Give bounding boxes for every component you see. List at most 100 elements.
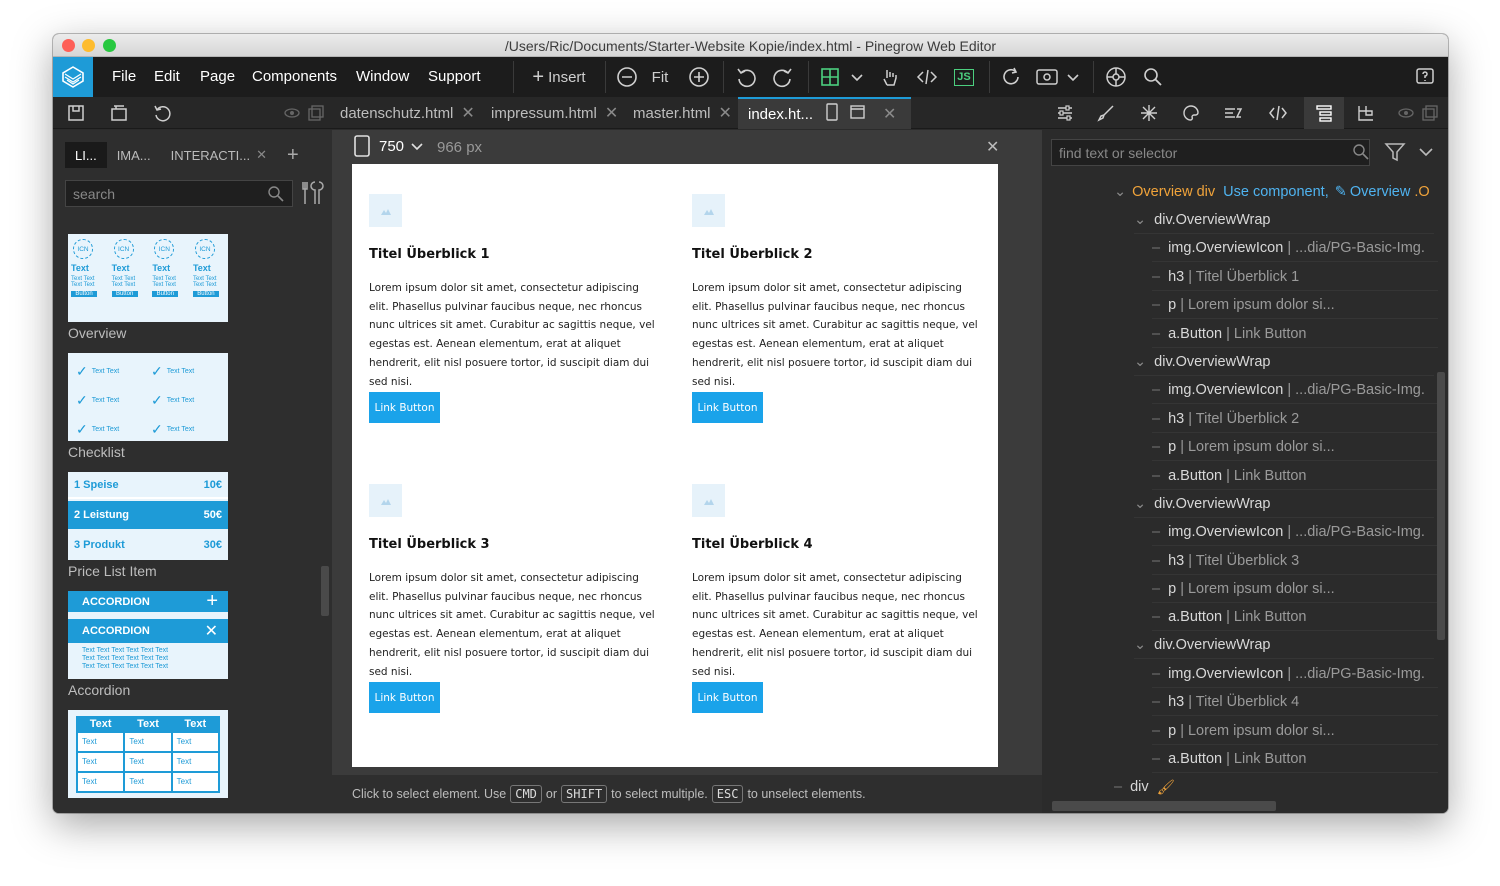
panel-duplicate-icon[interactable] [1419,99,1441,127]
filter-funnel-icon[interactable] [1384,141,1406,168]
reload-page-icon[interactable] [148,99,176,127]
close-tab-icon[interactable]: ✕ [461,103,474,123]
tree-child-node[interactable]: – a.Button | Link Button [1152,462,1438,490]
search-icon[interactable] [267,185,285,208]
style-brush-icon[interactable] [1093,99,1119,127]
search-icon[interactable] [1352,143,1370,166]
menu-components[interactable]: Components [252,68,337,85]
chevron-down-icon[interactable] [1418,145,1434,164]
duplicate-icon[interactable] [305,99,327,127]
close-tab-icon[interactable]: ✕ [256,147,267,163]
add-tab-button[interactable]: + [277,142,309,168]
tree-wrap-node[interactable]: ⌄ div.OverviewWrap [1134,206,1434,234]
tree-child-node[interactable]: – a.Button | Link Button [1152,603,1438,631]
tree-child-node[interactable]: – img.OverviewIcon | ...dia/PG-Basic-Img. [1152,234,1438,262]
tree-child-node[interactable]: – img.OverviewIcon | ...dia/PG-Basic-Img. [1152,376,1438,404]
close-canvas-icon[interactable]: ✕ [986,137,999,157]
tree-view-icon[interactable] [1304,97,1344,129]
chevron-down-icon[interactable] [847,63,867,91]
fit-button[interactable]: Fit [648,63,672,91]
library-scrollbar[interactable] [321,566,329,616]
insert-button[interactable]: + Insert [527,63,591,91]
interactions-hand-icon[interactable] [876,63,904,91]
library-search-input[interactable]: search [65,180,293,207]
close-tab-icon[interactable]: ✕ [883,104,896,124]
tree-wrap-node[interactable]: ⌄ div.OverviewWrap [1134,348,1434,376]
menu-file[interactable]: File [112,68,136,85]
link-button[interactable]: Link Button [369,682,440,713]
js-icon[interactable]: JS [950,63,978,91]
tree-horizontal-scrollbar[interactable] [1052,801,1276,811]
tab-impressum[interactable]: impressum.html ✕ [491,97,618,129]
tree-child-node[interactable]: – h3 | Titel Überblick 1 [1152,263,1438,291]
device-tablet-icon[interactable] [353,135,371,161]
tree-wrap-node[interactable]: ⌄ div.OverviewWrap [1134,631,1434,659]
tree-scrollbar[interactable] [1437,372,1445,640]
code-icon[interactable] [913,63,941,91]
tree-child-node[interactable]: – a.Button | Link Button [1152,745,1438,773]
zoom-in-icon[interactable] [685,63,713,91]
tree-child-node[interactable]: – p | Lorem ipsum dolor si... [1152,291,1438,319]
tab-index[interactable]: index.ht... ✕ [738,97,911,129]
pinegrow-logo-icon[interactable] [53,57,93,97]
tree-child-node[interactable]: – p | Lorem ipsum dolor si... [1152,433,1438,461]
tab-library-images[interactable]: IMA... [107,142,161,168]
help-icon[interactable] [1411,63,1439,91]
accordion-thumbnail[interactable]: ACCORDION + ACCORDION ✕ Text Text Text Tex… [68,590,228,679]
save-all-icon[interactable] [105,99,133,127]
use-component-link[interactable]: Use component, [1223,184,1329,200]
tree-child-node[interactable]: – img.OverviewIcon | ...dia/PG-Basic-Img. [1152,660,1438,688]
preview-chevron-down-icon[interactable] [1063,63,1083,91]
price-list-thumbnail[interactable]: 1 Speise 10€ 2 Leistung 50€ 3 Produkt 30€ [68,472,228,560]
tree-search-input[interactable]: find text or selector [1051,139,1370,166]
link-button[interactable]: Link Button [692,392,763,423]
save-icon[interactable] [62,99,90,127]
open-window-icon[interactable] [849,103,867,125]
tab-master[interactable]: master.html ✕ [633,97,732,129]
properties-sliders-icon[interactable] [1052,99,1078,127]
tree-child-node[interactable]: – h3 | Titel Überblick 2 [1152,405,1438,433]
overview-thumbnail[interactable]: ICN Text Text Text Text Text Button ICN … [68,234,228,322]
undo-icon[interactable] [732,63,760,91]
tree-child-node[interactable]: – h3 | Titel Überblick 4 [1152,688,1438,716]
tree-wrap-node[interactable]: ⌄ div.OverviewWrap [1134,490,1434,518]
plugins-icon[interactable] [1102,63,1130,91]
tree-root-node[interactable]: ⌄ Overview div Use component, ✎ Overview… [1114,178,1448,206]
code-view-icon[interactable] [1265,99,1291,127]
refresh-icon[interactable] [997,63,1025,91]
search-icon[interactable] [1139,63,1167,91]
text-align-icon[interactable] [1220,99,1246,127]
hide-eye-icon[interactable] [281,99,303,127]
redo-icon[interactable] [769,63,797,91]
actions-sparkle-icon[interactable] [1136,99,1162,127]
tree-child-node[interactable]: – h3 | Titel Überblick 3 [1152,547,1438,575]
zoom-out-icon[interactable] [613,63,641,91]
tree-child-node[interactable]: – p | Lorem ipsum dolor si... [1152,575,1438,603]
link-button[interactable]: Link Button [369,392,440,423]
close-tab-icon[interactable]: ✕ [605,103,618,123]
menu-edit[interactable]: Edit [154,68,180,85]
tools-icon[interactable] [300,180,324,211]
tree-div-node[interactable]: – div 🖌 [1114,773,1434,801]
palette-icon[interactable] [1178,99,1204,127]
layout-grid-icon[interactable] [816,63,844,91]
tab-library-interactions[interactable]: INTERACTI... ✕ [161,142,277,168]
tree-child-node[interactable]: – p | Lorem ipsum dolor si... [1152,717,1438,745]
tablet-icon[interactable] [825,103,839,125]
close-tab-icon[interactable]: ✕ [719,103,732,123]
menu-window[interactable]: Window [356,68,409,85]
table-thumbnail[interactable]: Text Text Text Text Text Text Text Text … [68,710,228,798]
tree-child-node[interactable]: – img.OverviewIcon | ...dia/PG-Basic-Img. [1152,518,1438,546]
menu-support[interactable]: Support [428,68,481,85]
library-icon[interactable] [1353,99,1379,127]
preview-eye-icon[interactable] [1033,63,1061,91]
width-chevron-down-icon[interactable] [410,139,424,157]
menu-page[interactable]: Page [200,68,235,85]
tab-datenschutz[interactable]: datenschutz.html ✕ [340,97,475,129]
panel-eye-icon[interactable] [1395,99,1417,127]
tab-library-li[interactable]: LI... [65,142,107,168]
checklist-thumbnail[interactable]: ✓ Text Text ✓ Text Text ✓ Text Text ✓ Text T… [68,353,228,441]
canvas-width-value[interactable]: 750 [379,138,404,155]
link-button[interactable]: Link Button [692,682,763,713]
tree-child-node[interactable]: – a.Button | Link Button [1152,320,1438,348]
